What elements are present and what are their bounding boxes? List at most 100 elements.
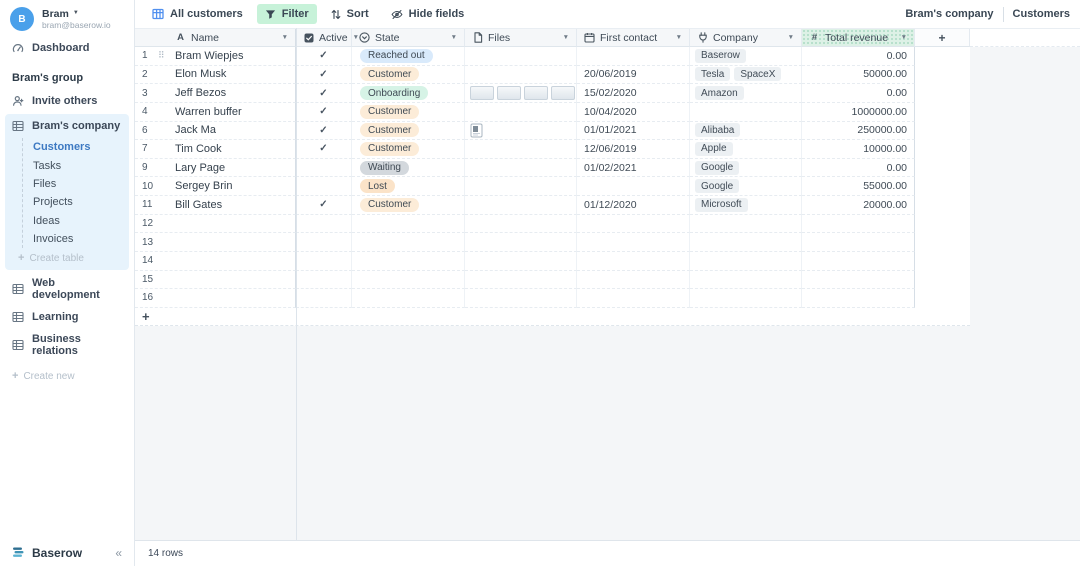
table-row[interactable]: 2Elon Musk ✓ Customer 20/06/2019 TeslaSp… [135,66,970,85]
cell-state[interactable]: Reached out [352,47,465,66]
chevron-down-icon[interactable]: ▼ [451,34,457,41]
cell-active[interactable]: ✓ [296,122,352,141]
cell-state[interactable]: Customer [352,103,465,122]
file-thumbnail[interactable] [524,86,548,100]
cell-active[interactable] [296,289,352,308]
cell-name[interactable]: Jeff Bezos [175,87,226,99]
filter-button[interactable]: Filter [257,4,317,24]
column-header-name[interactable]: A Name ▼ [135,29,296,47]
cell-files[interactable] [465,47,577,66]
cell-company[interactable]: Alibaba [690,122,802,141]
column-header-first-contact[interactable]: First contact ▼ [577,29,690,47]
cell-total-revenue[interactable]: 55000.00 [802,177,915,196]
file-thumbnail[interactable] [551,86,575,100]
cell-company[interactable]: Google [690,159,802,178]
cell-files[interactable] [465,289,577,308]
cell-total-revenue[interactable] [802,215,915,234]
cell-total-revenue[interactable] [802,289,915,308]
sidebar-table-customers[interactable]: Customers [23,138,129,156]
cell-total-revenue[interactable]: 0.00 [802,84,915,103]
add-field-button[interactable]: + [915,29,970,47]
cell-active[interactable] [296,252,352,271]
sidebar-table-invoices[interactable]: Invoices [23,230,129,248]
cell-active[interactable]: ✓ [296,66,352,85]
table-row[interactable]: 14 [135,252,970,271]
column-header-state[interactable]: State ▼ [352,29,465,47]
cell-company[interactable]: TeslaSpaceX [690,66,802,85]
cell-first-contact[interactable]: 12/06/2019 [577,140,690,159]
cell-first-contact[interactable]: 20/06/2019 [577,66,690,85]
cell-total-revenue[interactable]: 250000.00 [802,122,915,141]
cell-company[interactable]: Apple [690,140,802,159]
table-row[interactable]: 9Lary Page Waiting 01/02/2021 Google 0.0… [135,159,970,178]
cell-total-revenue[interactable] [802,271,915,290]
chevron-down-icon[interactable]: ▼ [788,34,794,41]
chevron-down-icon[interactable]: ▼ [901,34,907,41]
table-row[interactable]: 11Bill Gates ✓ Customer 01/12/2020 Micro… [135,196,970,215]
sidebar-table-files[interactable]: Files [23,175,129,193]
cell-company[interactable] [690,215,802,234]
company-tag[interactable]: SpaceX [734,67,781,81]
cell-active[interactable] [296,215,352,234]
table-row[interactable]: 1⠿Bram Wiepjes ✓ Reached out Baserow 0.0… [135,47,970,66]
sort-button[interactable]: Sort [323,4,377,24]
cell-state[interactable]: Customer [352,140,465,159]
cell-files[interactable] [465,233,577,252]
cell-state[interactable]: Customer [352,122,465,141]
table-row[interactable]: 3Jeff Bezos ✓ Onboarding 15/02/2020 Amaz… [135,84,970,103]
workspace-learning[interactable]: Learning [0,306,134,328]
cell-files[interactable] [465,215,577,234]
cell-first-contact[interactable] [577,252,690,271]
company-tag[interactable]: Alibaba [695,123,740,137]
view-selector-button[interactable]: All customers [144,4,251,24]
cell-files[interactable] [465,140,577,159]
sidebar-table-ideas[interactable]: Ideas [23,212,129,230]
cell-name[interactable]: Tim Cook [175,143,222,155]
cell-active[interactable] [296,177,352,196]
document-file-icon[interactable] [470,123,483,138]
cell-files[interactable] [465,66,577,85]
create-new-button[interactable]: + Create new [0,366,134,384]
breadcrumb-group[interactable]: Bram's company [905,8,993,20]
cell-first-contact[interactable]: 01/01/2021 [577,122,690,141]
cell-name[interactable]: Jack Ma [175,124,216,136]
cell-active[interactable] [296,233,352,252]
cell-company[interactable]: Amazon [690,84,802,103]
cell-state[interactable]: Customer [352,66,465,85]
cell-state[interactable]: Lost [352,177,465,196]
collapse-sidebar-button[interactable]: « [115,546,122,560]
table-row[interactable]: 15 [135,271,970,290]
cell-files[interactable] [465,177,577,196]
cell-company[interactable] [690,271,802,290]
table-row[interactable]: 12 [135,215,970,234]
cell-first-contact[interactable]: 15/02/2020 [577,84,690,103]
cell-files[interactable] [465,122,577,141]
cell-state[interactable] [352,252,465,271]
column-header-files[interactable]: Files ▼ [465,29,577,47]
chevron-down-icon[interactable]: ▼ [282,34,288,41]
sidebar-table-tasks[interactable]: Tasks [23,156,129,174]
file-thumbnail[interactable] [497,86,521,100]
cell-files[interactable] [465,159,577,178]
table-row[interactable]: 6Jack Ma ✓ Customer 01/01/2021 Alibaba 2… [135,122,970,141]
cell-name[interactable]: Sergey Brin [175,180,232,192]
cell-name[interactable]: Bill Gates [175,199,222,211]
chevron-down-icon[interactable]: ▼ [563,34,569,41]
cell-active[interactable]: ✓ [296,84,352,103]
cell-state[interactable]: Waiting [352,159,465,178]
workspace-business-relations[interactable]: Business relations [0,328,134,362]
cell-active[interactable] [296,159,352,178]
cell-first-contact[interactable] [577,177,690,196]
column-header-company[interactable]: Company ▼ [690,29,802,47]
table-row[interactable]: 13 [135,233,970,252]
breadcrumb-table[interactable]: Customers [1013,8,1070,20]
cell-total-revenue[interactable]: 20000.00 [802,196,915,215]
cell-first-contact[interactable] [577,271,690,290]
cell-active[interactable]: ✓ [296,140,352,159]
cell-state[interactable] [352,271,465,290]
cell-total-revenue[interactable]: 1000000.00 [802,103,915,122]
user-menu[interactable]: B Bram▼ bram@baserow.io [0,0,134,37]
cell-company[interactable]: Baserow [690,47,802,66]
cell-total-revenue[interactable]: 0.00 [802,159,915,178]
cell-state[interactable]: Customer [352,196,465,215]
